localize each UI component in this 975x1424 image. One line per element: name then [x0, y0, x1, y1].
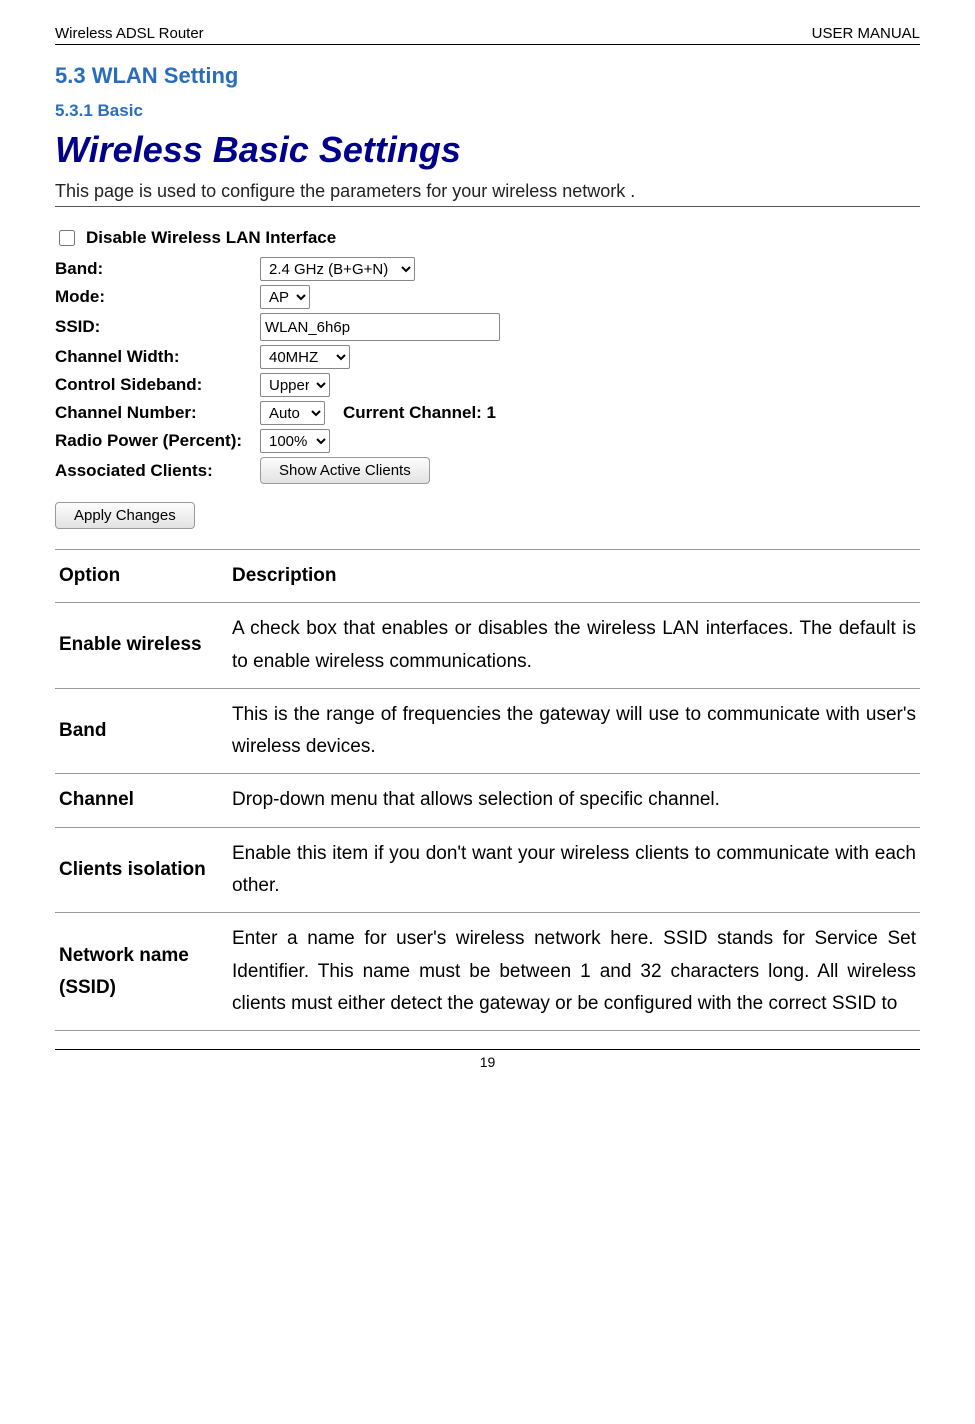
- radio-power-select[interactable]: 100%: [260, 429, 330, 453]
- opt-name: Clients isolation: [55, 827, 228, 913]
- subsection-heading: 5.3.1 Basic: [55, 101, 920, 121]
- table-row: Channel Drop-down menu that allows selec…: [55, 774, 920, 827]
- table-row: Network name (SSID) Enter a name for use…: [55, 913, 920, 1031]
- intro-text: This page is used to configure the param…: [55, 181, 920, 207]
- apply-changes-button[interactable]: Apply Changes: [55, 502, 195, 529]
- th-description: Description: [228, 550, 920, 603]
- band-select[interactable]: 2.4 GHz (B+G+N): [260, 257, 415, 281]
- current-channel-label: Current Channel: 1: [343, 403, 496, 423]
- options-table: Option Description Enable wireless A che…: [55, 549, 920, 1031]
- channel-number-select[interactable]: Auto: [260, 401, 325, 425]
- table-row: Band This is the range of frequencies th…: [55, 688, 920, 774]
- disable-wireless-label: Disable Wireless LAN Interface: [86, 228, 336, 248]
- page-header: Wireless ADSL Router USER MANUAL: [55, 25, 920, 45]
- control-sideband-select[interactable]: Upper: [260, 373, 330, 397]
- band-label: Band:: [55, 259, 260, 279]
- opt-name: Network name (SSID): [55, 913, 228, 1031]
- show-active-clients-button[interactable]: Show Active Clients: [260, 457, 430, 484]
- table-header-row: Option Description: [55, 550, 920, 603]
- channel-number-label: Channel Number:: [55, 403, 260, 423]
- th-option: Option: [55, 550, 228, 603]
- control-sideband-label: Control Sideband:: [55, 375, 260, 395]
- ssid-input[interactable]: [260, 313, 500, 341]
- mode-select[interactable]: AP: [260, 285, 310, 309]
- section-heading: 5.3 WLAN Setting: [55, 63, 920, 89]
- opt-desc: Enable this item if you don't want your …: [228, 827, 920, 913]
- table-row: Enable wireless A check box that enables…: [55, 603, 920, 689]
- header-left: Wireless ADSL Router: [55, 25, 204, 42]
- footer-divider: [55, 1049, 920, 1050]
- header-right: USER MANUAL: [812, 25, 920, 42]
- opt-desc: Enter a name for user's wireless network…: [228, 913, 920, 1031]
- opt-name: Enable wireless: [55, 603, 228, 689]
- settings-form: Disable Wireless LAN Interface Band: 2.4…: [55, 227, 920, 529]
- opt-desc: This is the range of frequencies the gat…: [228, 688, 920, 774]
- radio-power-label: Radio Power (Percent):: [55, 431, 260, 451]
- channel-width-label: Channel Width:: [55, 347, 260, 367]
- mode-label: Mode:: [55, 287, 260, 307]
- opt-name: Band: [55, 688, 228, 774]
- disable-wireless-checkbox[interactable]: [59, 230, 75, 246]
- opt-desc: A check box that enables or disables the…: [228, 603, 920, 689]
- page-number: 19: [55, 1054, 920, 1070]
- opt-name: Channel: [55, 774, 228, 827]
- ssid-label: SSID:: [55, 317, 260, 337]
- associated-clients-label: Associated Clients:: [55, 461, 260, 481]
- page-title: Wireless Basic Settings: [55, 129, 920, 171]
- table-row: Clients isolation Enable this item if yo…: [55, 827, 920, 913]
- channel-width-select[interactable]: 40MHZ: [260, 345, 350, 369]
- opt-desc: Drop-down menu that allows selection of …: [228, 774, 920, 827]
